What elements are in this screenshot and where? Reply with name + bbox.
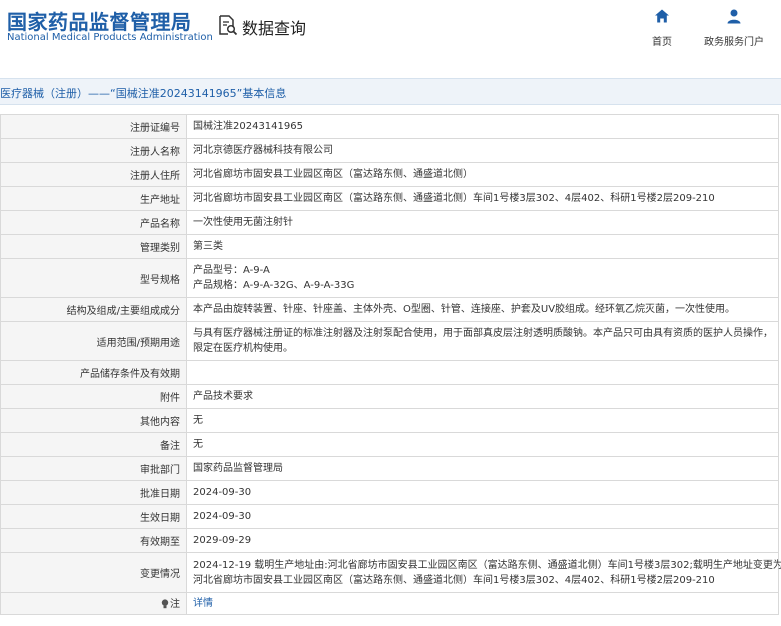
row-label: 批准日期 xyxy=(0,480,187,505)
data-query-label: 数据查询 xyxy=(242,19,307,38)
user-icon xyxy=(726,8,742,28)
row-label: 管理类别 xyxy=(0,234,187,259)
note-label: 注 xyxy=(170,599,180,610)
row-label: 有效期至 xyxy=(0,528,187,553)
table-row: 产品名称 一次性使用无菌注射针 xyxy=(0,210,779,235)
row-label: 适用范围/预期用途 xyxy=(0,321,187,361)
row-value-line: 2029-09-29 xyxy=(193,535,252,546)
table-row: 审批部门 国家药品监督管理局 xyxy=(0,456,779,481)
nav-service-portal-label: 政务服务门户 xyxy=(704,37,764,48)
table-row: 适用范围/预期用途 与具有医疗器械注册证的标准注射器及注射泵配合使用，用于面部真皮… xyxy=(0,321,779,361)
row-value-line: 产品技术要求 xyxy=(193,391,253,402)
row-label: 备注 xyxy=(0,432,187,457)
row-value-line: 河北省廊坊市固安县工业园区南区（富达路东侧、通盛道北侧）车间1号楼3层302、4… xyxy=(193,193,715,204)
breadcrumb: 医疗器械（注册）——“国械注准20243141965”基本信息 xyxy=(0,78,781,105)
table-row: 型号规格 产品型号：A-9-A 产品规格：A-9-A-32G、A-9-A-33G xyxy=(0,258,779,298)
row-value: 第三类 xyxy=(186,234,779,259)
row-label: 其他内容 xyxy=(0,408,187,433)
row-label: 审批部门 xyxy=(0,456,187,481)
row-value: 产品型号：A-9-A 产品规格：A-9-A-32G、A-9-A-33G xyxy=(186,258,779,298)
row-value-line: 河北省廊坊市固安县工业园区南区（富达路东侧、通盛道北侧） xyxy=(193,169,473,180)
row-value-line: 本产品由旋转装置、针座、针座盖、主体外壳、O型圈、针管、连接座、护套及UV胶组成… xyxy=(193,304,736,315)
row-value-line: 河北京德医疗器械科技有限公司 xyxy=(193,145,333,156)
table-row: 管理类别 第三类 xyxy=(0,234,779,259)
table-row: 生产地址 河北省廊坊市固安县工业园区南区（富达路东侧、通盛道北侧）车间1号楼3层3… xyxy=(0,186,779,211)
row-value-line: 与具有医疗器械注册证的标准注射器及注射泵配合使用，用于面部真皮层注射透明质酸钠。… xyxy=(193,328,773,339)
row-value: 一次性使用无菌注射针 xyxy=(186,210,779,235)
row-label: 结构及组成/主要组成成分 xyxy=(0,297,187,322)
site-header: 国家药品监督管理局 National Medical Products Admi… xyxy=(0,0,781,64)
row-label: 注册人住所 xyxy=(0,162,187,187)
row-value-line: 无 xyxy=(193,415,203,426)
data-query-icon xyxy=(216,14,238,40)
row-value: 2029-09-29 xyxy=(186,528,779,553)
row-value-line: 限定在医疗机构使用。 xyxy=(193,343,293,354)
row-label: 产品名称 xyxy=(0,210,187,235)
page-title: 医疗器械（注册）——“国械注准20243141965”基本信息 xyxy=(0,87,287,100)
row-label: 附件 xyxy=(0,384,187,409)
table-row: 批准日期 2024-09-30 xyxy=(0,480,779,505)
row-value xyxy=(186,360,779,385)
details-link[interactable]: 详情 xyxy=(193,598,213,609)
nav-service-portal[interactable]: 政务服务门户 xyxy=(704,8,764,48)
lightbulb-icon xyxy=(161,599,169,612)
table-row: 注册人住所 河北省廊坊市固安县工业园区南区（富达路东侧、通盛道北侧） xyxy=(0,162,779,187)
row-value-line: 产品规格：A-9-A-32G、A-9-A-33G xyxy=(193,280,355,291)
table-row: 附件 产品技术要求 xyxy=(0,384,779,409)
site-logo-english[interactable]: National Medical Products Administration xyxy=(7,32,213,43)
note-value-cell: 详情 xyxy=(186,592,779,615)
table-row: 注册证编号 国械注准20243141965 xyxy=(0,114,779,139)
row-value: 与具有医疗器械注册证的标准注射器及注射泵配合使用，用于面部真皮层注射透明质酸钠。… xyxy=(186,321,779,361)
table-row: 其他内容无 xyxy=(0,408,779,433)
table-row: 有效期至 2029-09-29 xyxy=(0,528,779,553)
row-value-line: 2024-12-19 载明生产地址由:河北省廊坊市固安县工业园区南区（富达路东侧… xyxy=(193,559,781,571)
row-value: 国家药品监督管理局 xyxy=(186,456,779,481)
row-value-line: 国家药品监督管理局 xyxy=(193,463,283,474)
nav-home-label: 首页 xyxy=(652,37,672,48)
row-value: 2024-09-30 xyxy=(186,480,779,505)
row-value-line: 2024-09-30 xyxy=(193,487,252,498)
row-value-line: 无 xyxy=(193,439,203,450)
table-row: 变更情况 2024-12-19 载明生产地址由:河北省廊坊市固安县工业园区南区（富… xyxy=(0,552,781,593)
registration-info-table: 注册证编号 国械注准20243141965 注册人名称 河北京德医疗器械科技有限公司注… xyxy=(0,114,781,615)
nav-home[interactable]: 首页 xyxy=(652,8,672,48)
row-value-line: 一次性使用无菌注射针 xyxy=(193,217,293,228)
table-row: 备注无 xyxy=(0,432,779,457)
row-value: 本产品由旋转装置、针座、针座盖、主体外壳、O型圈、针管、连接座、护套及UV胶组成… xyxy=(186,297,779,322)
row-value: 河北省廊坊市固安县工业园区南区（富达路东侧、通盛道北侧）车间1号楼3层302、4… xyxy=(186,186,779,211)
table-row: 结构及组成/主要组成成分 本产品由旋转装置、针座、针座盖、主体外壳、O型圈、针管、… xyxy=(0,297,779,322)
row-value: 河北京德医疗器械科技有限公司 xyxy=(186,138,779,163)
row-label: 产品储存条件及有效期 xyxy=(0,360,187,385)
table-row: 注册人名称 河北京德医疗器械科技有限公司 xyxy=(0,138,779,163)
row-value-line: 第三类 xyxy=(193,241,223,252)
row-value: 河北省廊坊市固安县工业园区南区（富达路东侧、通盛道北侧） xyxy=(186,162,779,187)
site-logo-chinese[interactable]: 国家药品监督管理局 xyxy=(7,6,192,35)
table-row: 产品储存条件及有效期 xyxy=(0,360,779,385)
data-query-title[interactable]: 数据查询 xyxy=(216,14,306,40)
note-label-cell: 注 xyxy=(0,592,187,615)
row-value-line: 产品型号：A-9-A xyxy=(193,265,270,276)
row-value: 无 xyxy=(186,432,779,457)
row-value-line: 2024-09-30 xyxy=(193,511,252,522)
table-row: 生效日期 2024-09-30 xyxy=(0,504,779,529)
row-value-line: 国械注准20243141965 xyxy=(193,121,303,132)
row-value: 产品技术要求 xyxy=(186,384,779,409)
row-value: 2024-12-19 载明生产地址由:河北省廊坊市固安县工业园区南区（富达路东侧… xyxy=(186,552,781,593)
row-value-line: 河北省廊坊市固安县工业园区南区（富达路东侧、通盛道北侧）车间1号楼3层302、4… xyxy=(193,574,715,586)
row-label: 注册证编号 xyxy=(0,114,187,139)
row-value: 2024-09-30 xyxy=(186,504,779,529)
row-label: 型号规格 xyxy=(0,258,187,298)
row-label: 变更情况 xyxy=(0,552,187,593)
row-value: 无 xyxy=(186,408,779,433)
row-value: 国械注准20243141965 xyxy=(186,114,779,139)
row-label: 生产地址 xyxy=(0,186,187,211)
row-label: 注册人名称 xyxy=(0,138,187,163)
home-icon xyxy=(654,8,670,28)
row-label: 生效日期 xyxy=(0,504,187,529)
table-row-note: 注 详情 xyxy=(0,592,779,615)
